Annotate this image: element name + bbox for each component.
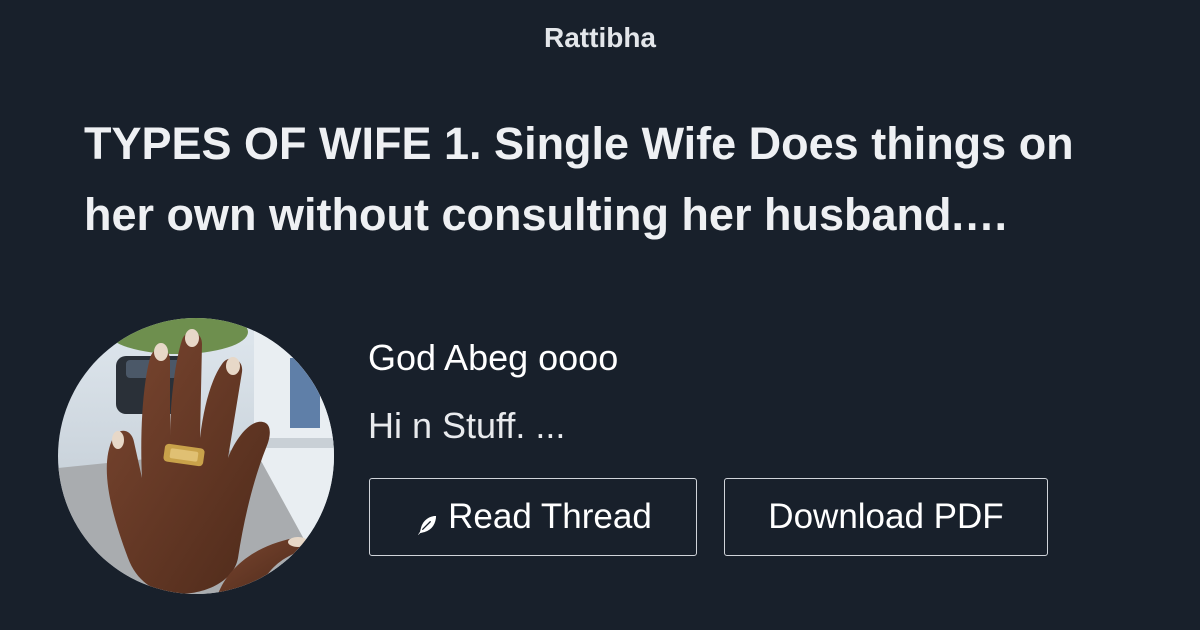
download-pdf-button[interactable]: Download PDF bbox=[724, 478, 1048, 556]
read-thread-button[interactable]: Read Thread bbox=[369, 478, 697, 556]
avatar bbox=[58, 318, 334, 594]
avatar-image bbox=[58, 318, 334, 594]
author-bio: Hi n Stuff. ... bbox=[368, 405, 566, 446]
feather-icon bbox=[414, 507, 440, 537]
author-name: God Abeg oooo bbox=[368, 337, 619, 378]
thread-title: TYPES OF WIFE 1. Single Wife Does things… bbox=[84, 118, 1074, 240]
read-thread-label: Read Thread bbox=[448, 497, 652, 536]
download-pdf-label: Download PDF bbox=[768, 497, 1004, 536]
brand-name: Rattibha bbox=[544, 22, 656, 53]
